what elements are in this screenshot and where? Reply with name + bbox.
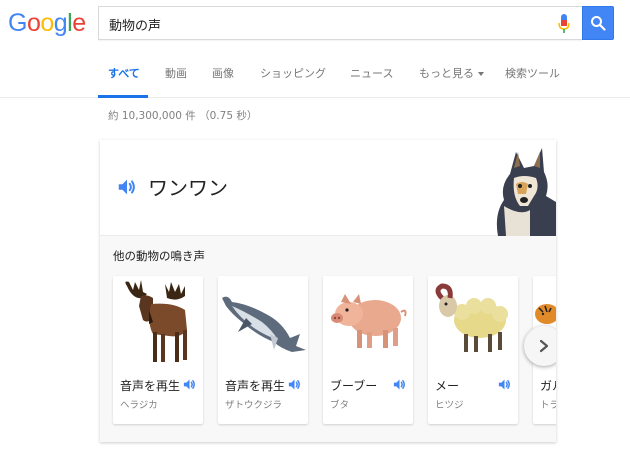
other-animals-panel: 他の動物の鳴き声 音声を再生 ヘラジカ 音声を再生 ザトウクジラ ブーブー ブタ… <box>100 236 556 442</box>
animal-name: トラ <box>540 400 556 411</box>
animal-card-whale[interactable]: 音声を再生 ザトウクジラ <box>218 276 308 424</box>
search-button[interactable] <box>582 6 614 40</box>
animal-name: ブタ <box>330 400 350 411</box>
speaker-icon[interactable] <box>392 377 407 392</box>
speaker-icon[interactable] <box>116 176 138 198</box>
search-tabs: すべて 動画 画像 ショッピング ニュース もっと見る 検索ツール <box>0 50 630 98</box>
animal-label: 音声を再生 <box>225 379 286 393</box>
search-icon <box>591 16 606 31</box>
chevron-right-icon <box>539 339 549 353</box>
whale-image <box>222 296 306 352</box>
animal-label: ガル <box>540 379 556 393</box>
animal-card-pig[interactable]: ブーブー ブタ <box>323 276 413 424</box>
microphone-icon[interactable] <box>558 14 570 34</box>
speaker-icon[interactable] <box>182 377 197 392</box>
animal-card-moose[interactable]: 音声を再生 ヘラジカ <box>113 276 203 424</box>
search-input[interactable]: 動物の声 <box>98 6 582 40</box>
tab-shopping[interactable]: ショッピング <box>260 65 326 81</box>
header: Google 動物の声 <box>0 0 630 50</box>
moose-image <box>125 280 187 362</box>
google-logo[interactable]: Google <box>8 8 86 38</box>
animal-label: 音声を再生 <box>120 379 181 393</box>
main-sound-panel: ワンワン <box>100 140 556 236</box>
pig-image <box>331 294 407 348</box>
carousel-next-button[interactable] <box>524 326 556 366</box>
other-animals-title: 他の動物の鳴き声 <box>113 249 205 263</box>
tab-images[interactable]: 画像 <box>212 65 234 81</box>
animal-label: ブーブー <box>330 379 378 393</box>
search-query[interactable]: 動物の声 <box>109 15 161 34</box>
tab-search-tools[interactable]: 検索ツール <box>505 65 560 81</box>
tab-videos[interactable]: 動画 <box>165 65 187 81</box>
animal-name: ザトウクジラ <box>225 400 283 411</box>
speaker-icon[interactable] <box>497 377 512 392</box>
tab-news[interactable]: ニュース <box>350 65 393 81</box>
sheep-image <box>435 283 508 352</box>
animal-label: メー <box>435 379 460 393</box>
animal-name: ヒツジ <box>435 400 464 411</box>
result-stats: 約 10,300,000 件 （0.75 秒） <box>108 110 258 122</box>
animal-sounds-card: ワンワン 他の動物の鳴き声 音声を再生 ヘラジカ 音声を再生 ザトウクジラ ブー… <box>100 140 556 442</box>
tab-all[interactable]: すべて <box>108 65 140 81</box>
main-sound-text: ワンワン <box>148 176 228 200</box>
tab-more-label: もっと見る <box>419 67 474 80</box>
active-tab-indicator <box>98 95 148 98</box>
tab-more[interactable]: もっと見る <box>419 65 484 81</box>
animal-name: ヘラジカ <box>120 400 158 411</box>
animal-card-sheep[interactable]: メー ヒツジ <box>428 276 518 424</box>
speaker-icon[interactable] <box>287 377 302 392</box>
chevron-down-icon <box>478 72 484 76</box>
dog-image <box>496 148 556 236</box>
